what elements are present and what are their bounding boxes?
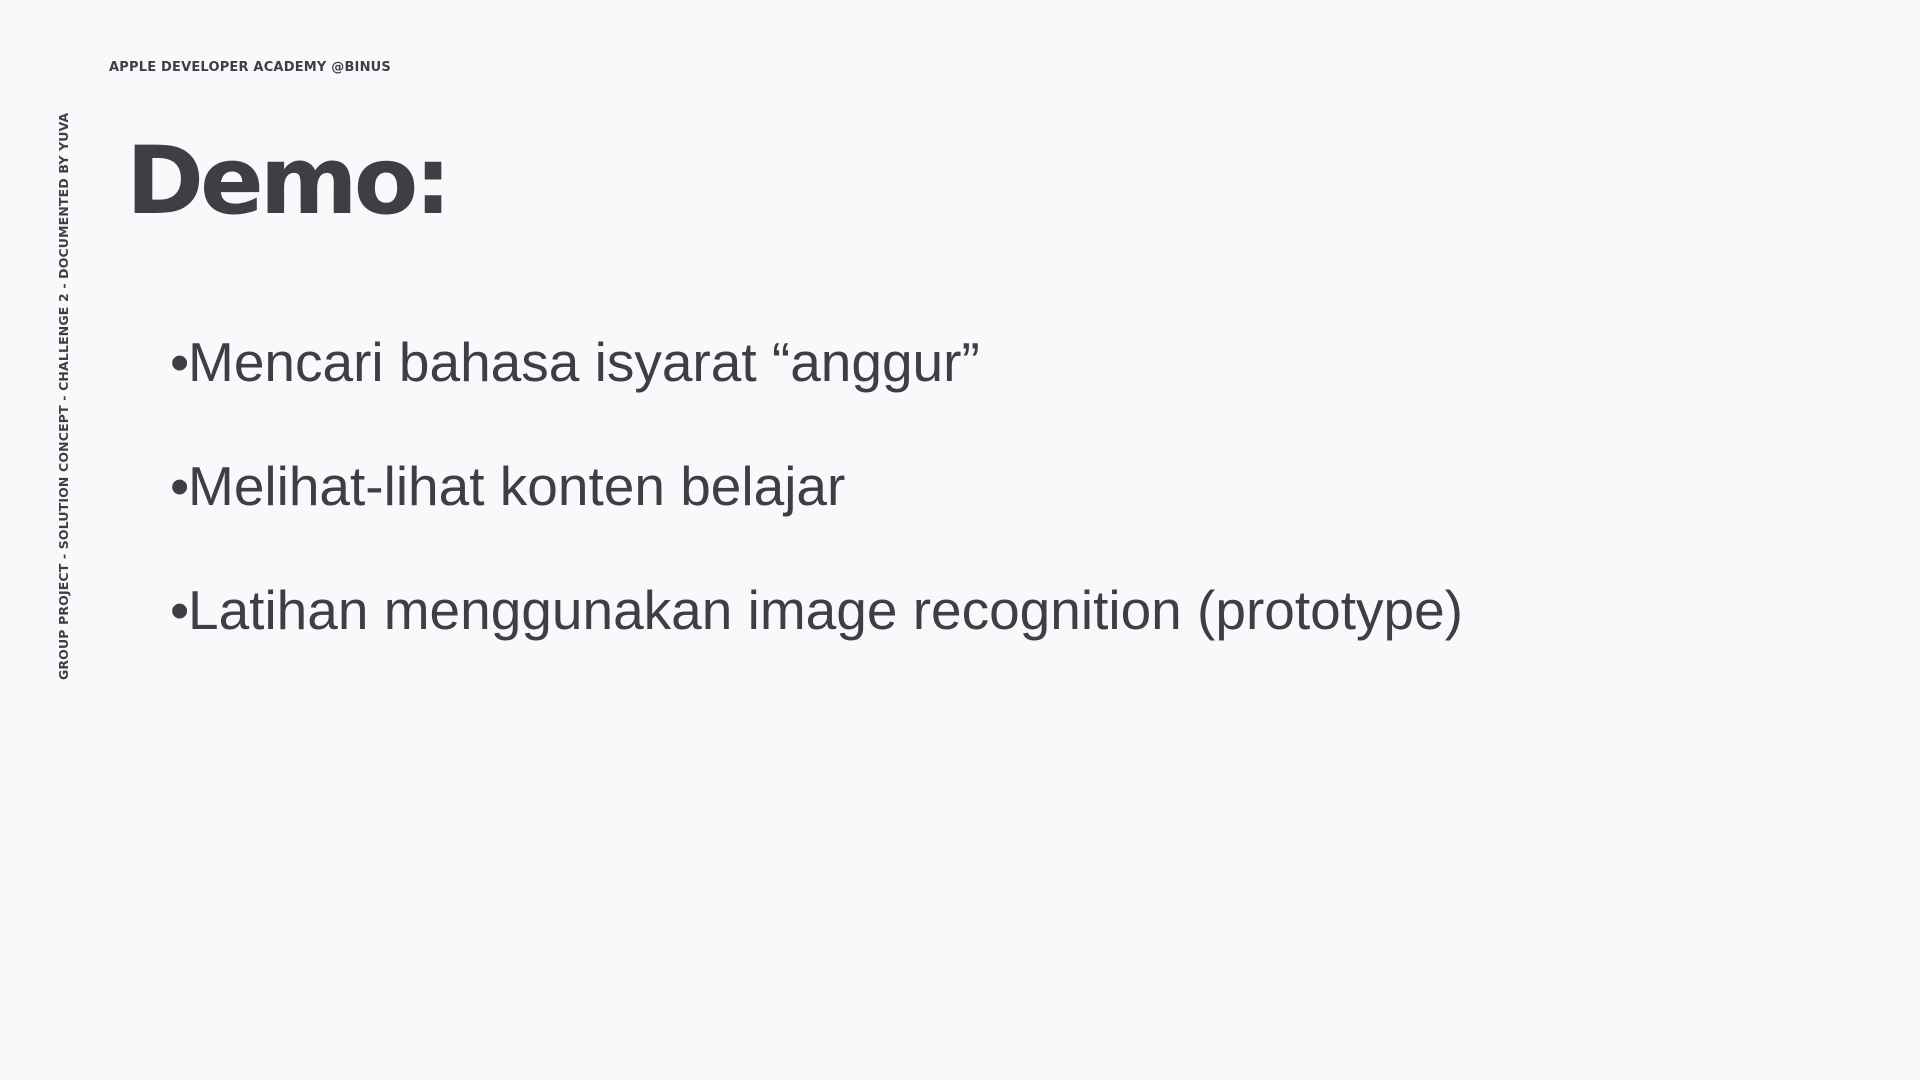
slide: APPLE DEVELOPER ACADEMY @BINUS GROUP PRO… [0,0,1920,1080]
bullet-text: Mencari bahasa isyarat “anggur” [188,331,980,393]
vertical-side-label: GROUP PROJECT - SOLUTION CONCEPT - CHALL… [56,112,71,680]
bullet-dot-icon: • [170,331,190,393]
bullet-item: • Mencari bahasa isyarat “anggur” [170,330,1463,394]
bullet-item: • Melihat-lihat konten belajar [170,454,1463,518]
bullet-list: • Mencari bahasa isyarat “anggur” • Meli… [170,330,1463,702]
slide-title: Demo: [126,127,452,236]
bullet-dot-icon: • [170,579,190,641]
organization-header: APPLE DEVELOPER ACADEMY @BINUS [109,60,391,75]
bullet-text: Latihan menggunakan image recognition (p… [188,579,1463,641]
bullet-item: • Latihan menggunakan image recognition … [170,578,1463,642]
bullet-text: Melihat-lihat konten belajar [188,455,846,517]
bullet-dot-icon: • [170,455,190,517]
